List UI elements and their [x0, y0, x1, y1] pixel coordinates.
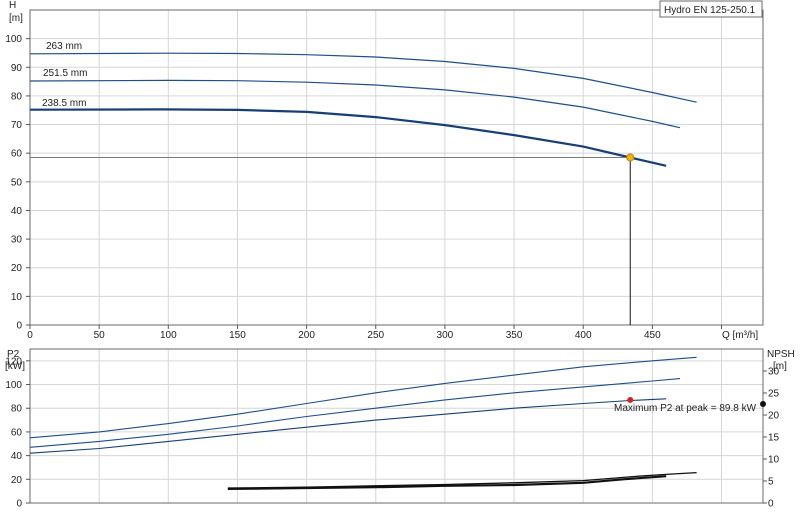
head-curve-2 — [29, 79, 681, 129]
head-plot-frame — [29, 9, 764, 326]
duty-point-marker — [626, 153, 635, 162]
flow-axis-label: Q [m³/h] — [722, 330, 758, 341]
head-y-tick-label: 60 — [11, 149, 23, 160]
npsh-y-ticks: 051015202530 — [763, 367, 780, 510]
npsh-y-tick-label: 10 — [768, 455, 780, 466]
npsh-axis-unit: [m] — [773, 361, 787, 372]
head-curve-labels: 263 mm 251.5 mm 238.5 mm — [42, 41, 87, 109]
npsh-y-tick-label: 25 — [768, 389, 780, 400]
curve-label-263: 263 mm — [46, 41, 82, 52]
power-y-tick-label: 20 — [11, 475, 23, 486]
power-y-tick-label: 60 — [11, 427, 23, 438]
npsh-y-tick-label: 5 — [768, 477, 774, 488]
power-grid — [30, 349, 763, 503]
head-x-tick-label: 200 — [298, 330, 315, 341]
head-x-tick-label: 100 — [160, 330, 177, 341]
power-curve-3 — [29, 398, 667, 454]
head-x-tick-label: 50 — [94, 330, 106, 341]
head-y-tick-label: 70 — [11, 120, 23, 131]
head-y-tick-label: 20 — [11, 263, 23, 274]
head-chart: 0 10 20 30 40 50 60 70 80 90 100 0 50 100 150 200 250 30… — [5, 0, 764, 341]
npsh-curves — [227, 471, 697, 490]
npsh-y-tick-label: 15 — [768, 433, 780, 444]
head-x-tick-label: 350 — [506, 330, 523, 341]
power-axis-unit: [kW] — [5, 361, 25, 372]
head-y-tick-label: 50 — [11, 177, 23, 188]
head-grid — [30, 10, 763, 325]
power-y-ticks: 020406080100120 — [5, 356, 30, 510]
power-duty-marker — [627, 396, 634, 403]
head-x-tick-label: 0 — [27, 330, 33, 341]
power-curve-2 — [29, 378, 681, 448]
power-plot-frame — [29, 348, 764, 504]
power-npsh-chart: 020406080100120 051015202530 P2 [kW] NPS… — [5, 348, 795, 510]
head-x-tick-label: 150 — [229, 330, 246, 341]
head-curves — [29, 52, 697, 167]
pump-curve-figure: 0102030405060708090100 0 50 100 150 200 250 30… — [5, 0, 795, 510]
head-x-tick-label: 450 — [644, 330, 661, 341]
head-axis-unit: [m] — [9, 13, 23, 24]
model-title-box: Hydro EN 125-250.1 — [659, 0, 763, 18]
head-axis-label: H — [9, 0, 16, 11]
power-y-tick-label: 0 — [16, 499, 22, 510]
npsh-marker — [760, 401, 766, 407]
head-y-ticks: 0 10 20 30 40 50 60 70 80 90 100 — [5, 34, 30, 332]
head-x-tick-label: 400 — [575, 330, 592, 341]
head-y-tick-label: 100 — [5, 34, 22, 45]
power-axis-label: P2 — [7, 349, 20, 360]
power-y-tick-label: 40 — [11, 451, 23, 462]
npsh-y-tick-label: 20 — [768, 411, 780, 422]
head-y-tick-label: 90 — [11, 63, 23, 74]
head-y-tick-label: 40 — [11, 206, 23, 217]
curve-label-251-5: 251.5 mm — [43, 68, 87, 79]
head-y-tick-label: 80 — [11, 91, 23, 102]
head-x-ticks: 0 50 100 150 200 250 300 350 400 450 — [27, 325, 723, 341]
curve-label-238-5: 238.5 mm — [42, 98, 86, 109]
npsh-y-tick-label: 0 — [768, 499, 774, 510]
npsh-axis-label: NPSH — [767, 349, 795, 360]
max-power-annotation: Maximum P2 at peak = 89.8 kW — [614, 403, 757, 414]
power-curve-1 — [29, 356, 697, 439]
head-y-tick-label: 10 — [11, 292, 23, 303]
power-curves — [29, 356, 697, 454]
power-y-tick-label: 80 — [11, 404, 23, 415]
head-x-tick-label: 250 — [367, 330, 384, 341]
head-y-tick-label: 0 — [16, 321, 22, 332]
head-y-tick-label: 30 — [11, 235, 23, 246]
chart-title: Hydro EN 125-250.1 — [664, 5, 756, 16]
head-curve-1 — [29, 52, 697, 103]
power-y-tick-label: 100 — [5, 380, 22, 391]
head-x-tick-label: 300 — [437, 330, 454, 341]
